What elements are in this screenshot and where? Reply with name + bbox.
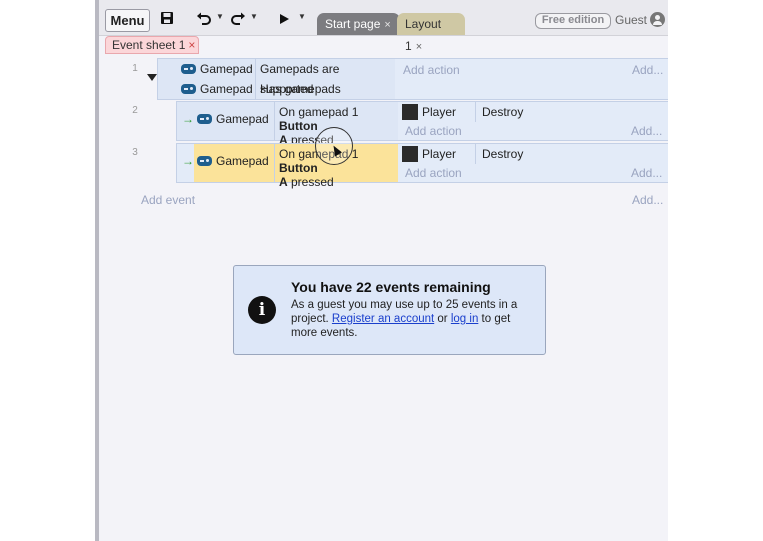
log-in-link[interactable]: log in [451, 313, 479, 325]
register-account-link[interactable]: Register an account [332, 313, 434, 325]
notice-title: You have 22 events remaining [291, 279, 491, 295]
add-event-more-link[interactable]: Add... [632, 193, 663, 207]
save-icon[interactable] [159, 10, 175, 30]
tab-start-page[interactable]: Start page × [317, 13, 400, 35]
close-icon[interactable]: × [416, 41, 422, 53]
condition-text-bold: Button [279, 119, 318, 133]
action-row[interactable]: Player Destroy [398, 102, 668, 122]
close-icon[interactable]: × [384, 19, 390, 31]
undo-dropdown-icon[interactable]: ▼ [216, 12, 224, 21]
event-sheet-tab-label: Event sheet 1 [112, 38, 186, 52]
action-verb: Destroy [482, 147, 524, 161]
free-edition-badge[interactable]: Free edition [535, 13, 611, 29]
gamepad-icon [197, 114, 212, 124]
menu-button[interactable]: Menu [105, 9, 150, 32]
column-divider [475, 144, 476, 164]
close-icon[interactable]: × [188, 38, 195, 52]
trigger-arrow-icon: → [182, 154, 194, 168]
event-block-2[interactable]: → Gamepad On gamepad 1 Button A pressed P… [176, 101, 668, 147]
event-number: 2 [132, 105, 138, 116]
gamepad-icon [181, 64, 196, 74]
redo-dropdown-icon[interactable]: ▼ [250, 12, 258, 21]
redo-icon[interactable] [229, 10, 247, 30]
user-account-icon[interactable] [650, 12, 665, 27]
condition-text-post: pressed [287, 175, 334, 189]
condition-object: Gamepad [216, 112, 269, 126]
action-object: Player [422, 147, 457, 161]
user-name-label[interactable]: Guest [615, 13, 647, 27]
column-divider [274, 102, 275, 140]
collapse-triangle-icon[interactable] [147, 74, 157, 81]
tab-layout-1-label: Layout 1 [405, 17, 442, 53]
play-icon[interactable] [277, 10, 291, 30]
info-icon: i [248, 296, 276, 324]
condition-object: Gamepad [200, 82, 253, 96]
action-row[interactable]: Player Destroy [398, 144, 668, 164]
add-action-link[interactable]: Add action [405, 166, 462, 180]
condition-object: Gamepad [200, 62, 253, 76]
add-more-link[interactable]: Add... [631, 166, 662, 180]
condition-text: Has gamepads [260, 82, 341, 96]
column-divider [274, 144, 275, 182]
add-event-link[interactable]: Add event [141, 193, 195, 207]
gamepad-icon [197, 156, 212, 166]
add-action-link[interactable]: Add action [403, 63, 460, 77]
events-remaining-notice: i You have 22 events remaining As a gues… [233, 265, 546, 355]
event-number: 1 [132, 63, 138, 74]
player-sprite-icon [402, 146, 418, 162]
action-verb: Destroy [482, 105, 524, 119]
tab-start-page-label: Start page [325, 17, 381, 31]
app-window: Menu ▼ ▼ ▼ Start page × Layout 1 × Free ed… [95, 0, 668, 541]
notice-body-or: or [434, 313, 451, 325]
undo-icon[interactable] [195, 10, 213, 30]
notice-body: As a guest you may use up to 25 events i… [291, 298, 531, 340]
add-more-link[interactable]: Add... [631, 124, 662, 138]
event-block-1[interactable]: Gamepad Gamepads are supported Gamepad H… [157, 58, 668, 100]
condition-text-pre: On gamepad 1 [279, 105, 359, 119]
add-more-link[interactable]: Add... [632, 63, 663, 77]
main-toolbar: Menu ▼ ▼ ▼ Start page × Layout 1 × Free ed… [99, 0, 668, 53]
player-sprite-icon [402, 104, 418, 120]
condition-object: Gamepad [216, 154, 269, 168]
column-divider [475, 102, 476, 122]
trigger-arrow-icon: → [182, 112, 194, 126]
event-2-condition[interactable]: → Gamepad On gamepad 1 Button A pressed [177, 102, 398, 147]
event-block-3[interactable]: → Gamepad On gamepad 1 Button A pressed P… [176, 143, 668, 189]
tab-event-sheet-1[interactable]: Event sheet 1 × [105, 36, 199, 54]
tab-layout-1[interactable]: Layout 1 × [397, 13, 465, 53]
condition-text-bold: A [279, 175, 288, 189]
condition-text-bold: Button [279, 161, 318, 175]
column-divider [255, 59, 256, 99]
add-action-link[interactable]: Add action [405, 124, 462, 138]
condition-row[interactable]: Gamepad Gamepads are supported [158, 59, 395, 96]
action-object: Player [422, 105, 457, 119]
gamepad-icon [181, 84, 196, 94]
play-dropdown-icon[interactable]: ▼ [298, 12, 306, 21]
condition-row[interactable]: Gamepad Has gamepads [158, 79, 395, 99]
event-number: 3 [132, 147, 138, 158]
